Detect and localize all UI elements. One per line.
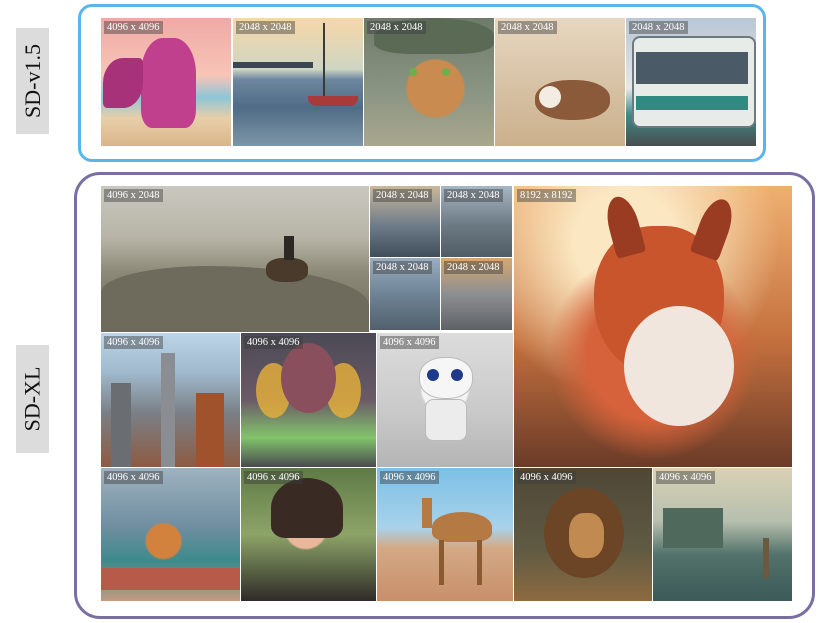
corgi-image: 4096 x 4096 — [101, 468, 240, 601]
resolution-label: 2048 x 2048 — [444, 189, 503, 202]
dragon-image: 4096 x 4096 — [101, 18, 231, 146]
city-skyline-image: 4096 x 4096 — [101, 333, 240, 467]
resolution-label: 2048 x 2048 — [367, 21, 426, 34]
resolution-label: 4096 x 4096 — [244, 336, 303, 349]
resolution-label: 4096 x 2048 — [104, 189, 163, 202]
resolution-label: 4096 x 4096 — [380, 471, 439, 484]
resolution-label: 2048 x 2048 — [629, 21, 688, 34]
resolution-label: 2048 x 2048 — [373, 189, 432, 202]
sdxl-label: SD-XL — [16, 345, 49, 453]
river-city-image: 2048 x 2048 — [370, 258, 440, 330]
sd15-label: SD-v1.5 — [16, 28, 49, 134]
resolution-label: 2048 x 2048 — [373, 261, 432, 274]
cat-with-hat-image: 2048 x 2048 — [364, 18, 494, 146]
fox-image: 8192 x 8192 — [514, 186, 792, 467]
bus-image: 2048 x 2048 — [626, 18, 756, 146]
resolution-label: 4096 x 4096 — [104, 21, 163, 34]
resolution-label: 4096 x 4096 — [656, 471, 715, 484]
horse-rider-landscape-image: 4096 x 2048 — [101, 186, 369, 332]
resolution-label: 2048 x 2048 — [236, 21, 295, 34]
skyline-image: 2048 x 2048 — [441, 258, 512, 330]
sd15-label-text: SD-v1.5 — [19, 44, 45, 118]
city-bridge-image: 2048 x 2048 — [441, 186, 512, 257]
fairy-figurine-image: 4096 x 4096 — [241, 333, 376, 467]
resolution-label: 4096 x 4096 — [104, 471, 163, 484]
resolution-label: 4096 x 4096 — [380, 336, 439, 349]
resolution-label: 4096 x 4096 — [517, 471, 576, 484]
dogs-on-sofa-image: 2048 x 2048 — [495, 18, 625, 146]
lion-image: 4096 x 4096 — [514, 468, 652, 601]
resolution-label: 2048 x 2048 — [498, 21, 557, 34]
resolution-label: 4096 x 4096 — [104, 336, 163, 349]
ruins-landscape-image: 4096 x 4096 — [653, 468, 792, 601]
resolution-label: 8192 x 8192 — [517, 189, 576, 202]
robot-image: 4096 x 4096 — [377, 333, 513, 467]
harbor-sailboat-image: 2048 x 2048 — [233, 18, 363, 146]
resolution-label: 4096 x 4096 — [244, 471, 303, 484]
lake-city-image: 2048 x 2048 — [370, 186, 440, 257]
camel-image: 4096 x 4096 — [377, 468, 513, 601]
sdxl-label-text: SD-XL — [19, 366, 45, 432]
resolution-label: 2048 x 2048 — [444, 261, 503, 274]
girl-portrait-image: 4096 x 4096 — [241, 468, 376, 601]
